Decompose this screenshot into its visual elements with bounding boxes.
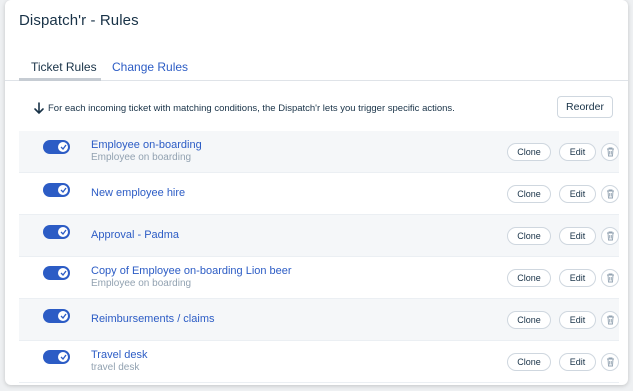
check-icon [58, 227, 68, 237]
check-icon [58, 311, 68, 321]
clone-button[interactable]: Clone [507, 227, 551, 245]
delete-button[interactable] [601, 353, 619, 371]
rule-toggle[interactable] [43, 266, 70, 280]
clone-button[interactable]: Clone [507, 143, 551, 161]
rule-row: Approval - Padma Clone Edit [19, 215, 619, 257]
rule-description: travel desk [91, 362, 140, 373]
delete-button[interactable] [601, 185, 619, 203]
check-icon [58, 352, 68, 362]
reorder-button[interactable]: Reorder [557, 96, 613, 118]
trash-icon [606, 357, 614, 367]
info-text: For each incoming ticket with matching c… [48, 103, 455, 114]
rule-name[interactable]: Travel desk [91, 349, 147, 361]
tab-ticket-rules[interactable]: Ticket Rules [31, 60, 97, 74]
check-icon [58, 142, 68, 152]
trash-icon [606, 147, 614, 157]
arrow-down-icon [34, 102, 44, 115]
rule-name[interactable]: New employee hire [91, 187, 185, 199]
tab-bar: Ticket Rules Change Rules [5, 52, 628, 81]
clone-button[interactable]: Clone [507, 185, 551, 203]
edit-button[interactable]: Edit [559, 185, 596, 203]
rule-toggle[interactable] [43, 225, 70, 239]
rules-list: Employee on-boarding Employee on boardin… [19, 131, 619, 383]
check-icon [58, 268, 68, 278]
delete-button[interactable] [601, 269, 619, 287]
clone-button[interactable]: Clone [507, 269, 551, 287]
trash-icon [606, 189, 614, 199]
rule-row: New employee hire Clone Edit [19, 173, 619, 215]
rule-description: Employee on boarding [91, 278, 192, 289]
active-tab-indicator [19, 78, 101, 81]
info-banner: For each incoming ticket with matching c… [33, 102, 455, 115]
edit-button[interactable]: Edit [559, 227, 596, 245]
rule-name[interactable]: Employee on-boarding [91, 139, 202, 151]
clone-button[interactable]: Clone [507, 311, 551, 329]
rule-row: Copy of Employee on-boarding Lion beer E… [19, 257, 619, 299]
rule-toggle[interactable] [43, 309, 70, 323]
rule-name[interactable]: Copy of Employee on-boarding Lion beer [91, 265, 292, 277]
rule-name[interactable]: Approval - Padma [91, 229, 179, 241]
edit-button[interactable]: Edit [559, 353, 596, 371]
clone-button[interactable]: Clone [507, 353, 551, 371]
tab-change-rules[interactable]: Change Rules [112, 60, 188, 74]
edit-button[interactable]: Edit [559, 269, 596, 287]
delete-button[interactable] [601, 227, 619, 245]
rules-card: Dispatch'r - Rules Ticket Rules Change R… [5, 0, 628, 385]
trash-icon [606, 231, 614, 241]
rule-row: Reimbursements / claims Clone Edit [19, 299, 619, 341]
delete-button[interactable] [601, 311, 619, 329]
check-icon [58, 185, 68, 195]
rule-toggle[interactable] [43, 183, 70, 197]
trash-icon [606, 315, 614, 325]
edit-button[interactable]: Edit [559, 143, 596, 161]
rule-description: Employee on boarding [91, 152, 192, 163]
edit-button[interactable]: Edit [559, 311, 596, 329]
rule-row: Travel desk travel desk Clone Edit [19, 341, 619, 383]
rule-name[interactable]: Reimbursements / claims [91, 313, 214, 325]
rule-row: Employee on-boarding Employee on boardin… [19, 131, 619, 173]
trash-icon [606, 273, 614, 283]
rule-toggle[interactable] [43, 140, 70, 154]
rule-toggle[interactable] [43, 350, 70, 364]
page-title: Dispatch'r - Rules [19, 12, 139, 29]
delete-button[interactable] [601, 143, 619, 161]
